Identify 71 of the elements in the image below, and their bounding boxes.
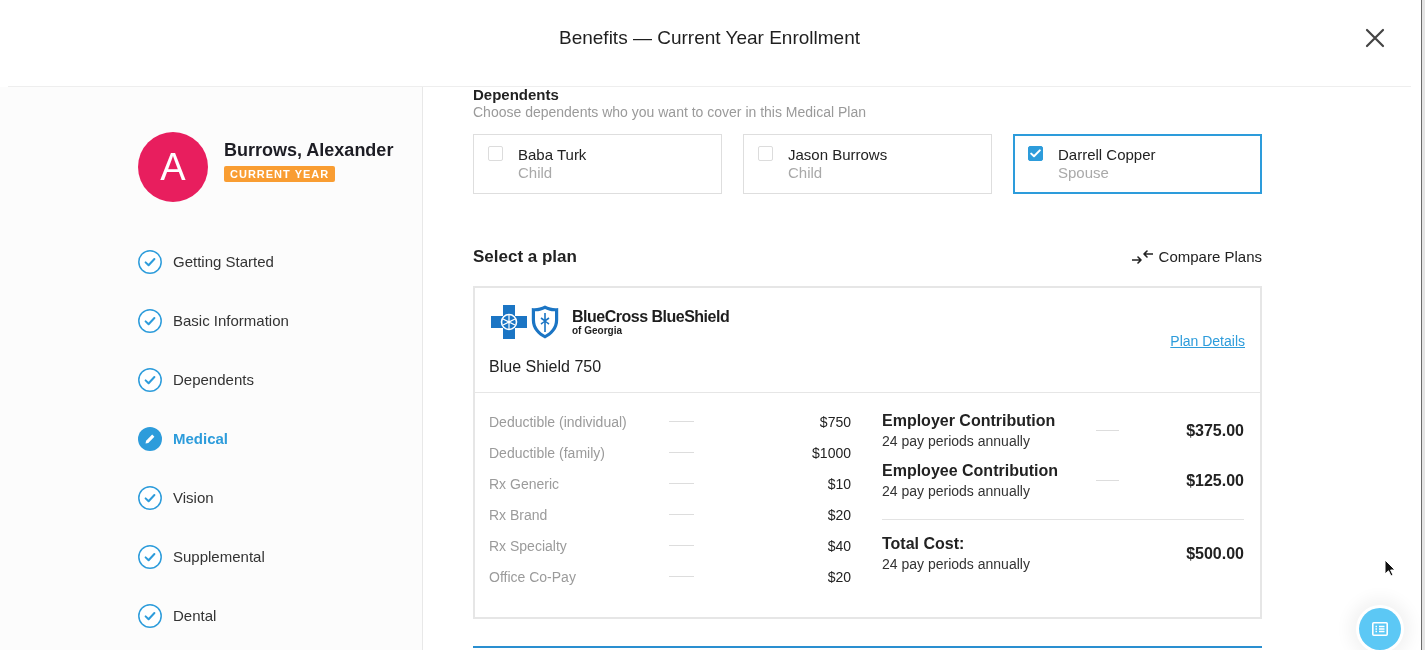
compare-arrows-icon [1131, 250, 1153, 264]
window-title: Benefits — Current Year Enrollment [559, 26, 860, 50]
carrier-name: BlueCross BlueShield [572, 307, 730, 325]
total-note: 24 pay periods annually [882, 555, 1031, 573]
dependent-card[interactable]: Baba Turk Child [473, 134, 722, 194]
section-title: Select a plan [473, 246, 577, 268]
leader-line [669, 545, 694, 546]
avatar: A [138, 132, 208, 202]
check-circle-icon [138, 544, 162, 569]
leader-line [1096, 430, 1119, 431]
benefit-value: $1000 [812, 444, 851, 461]
dependent-relation: Spouse [1058, 164, 1110, 182]
benefit-label: Rx Brand [489, 506, 549, 523]
benefit-label: Deductible (individual) [489, 413, 628, 430]
check-circle-icon [138, 485, 162, 510]
benefit-value: $750 [819, 413, 851, 430]
close-button[interactable] [1365, 28, 1385, 48]
shield-logo-icon [531, 304, 559, 339]
leader-line [669, 452, 694, 453]
dependent-name: Darrell Copper [1058, 146, 1156, 164]
step-nav-item[interactable]: Supplemental [138, 527, 265, 586]
contribution-label: Employee Contribution [882, 461, 1059, 481]
list-button[interactable] [1359, 608, 1401, 650]
total-amount: $500.00 [1186, 544, 1244, 563]
benefit-value: $20 [827, 568, 851, 585]
check-circle-icon [138, 603, 162, 628]
total-label: Total Cost: [882, 534, 966, 554]
benefit-value: $20 [827, 506, 851, 523]
benefit-label: Rx Generic [489, 475, 561, 492]
dependent-card[interactable]: Darrell Copper Spouse [1013, 134, 1262, 194]
step-nav-item[interactable]: Getting Started [138, 232, 274, 291]
leader-line [669, 483, 694, 484]
step-nav-item[interactable]: Basic Information [138, 291, 289, 350]
dependent-relation: Child [518, 164, 554, 182]
step-nav-item[interactable]: Dependents [138, 350, 254, 409]
pencil-icon [138, 426, 162, 451]
contribution-amount: $125.00 [1186, 471, 1244, 490]
dependent-card[interactable]: Jason Burrows Child [743, 134, 992, 194]
step-nav-item[interactable]: Vision [138, 468, 214, 527]
contribution-amount: $375.00 [1186, 421, 1244, 440]
compare-plans-button[interactable]: Compare Plans [1131, 247, 1262, 267]
cross-logo-icon [491, 304, 527, 339]
leader-line [669, 514, 694, 515]
check-circle-icon [138, 308, 162, 333]
benefit-label: Office Co-Pay [489, 568, 577, 585]
benefit-label: Rx Specialty [489, 537, 568, 554]
check-circle-icon [138, 249, 162, 274]
dependent-relation: Child [788, 164, 824, 182]
dependent-name: Jason Burrows [788, 146, 888, 164]
leader-line [669, 421, 694, 422]
step-nav-item[interactable]: Dental [138, 586, 217, 645]
plan-name: Blue Shield 750 [489, 357, 603, 377]
check-circle-icon [138, 367, 162, 392]
leader-line [1096, 480, 1119, 481]
year-badge: CURRENT YEAR [224, 166, 336, 182]
contribution-note: 24 pay periods annually [882, 432, 1031, 450]
contribution-note: 24 pay periods annually [882, 482, 1031, 500]
contribution-label: Employer Contribution [882, 411, 1057, 431]
employee-name: Burrows, Alexander [224, 140, 394, 160]
checkbox[interactable] [1028, 146, 1043, 161]
carrier-region: of Georgia [572, 324, 623, 336]
benefit-value: $10 [827, 475, 851, 492]
benefit-label: Deductible (family) [489, 444, 606, 461]
list-icon [1372, 622, 1388, 636]
mouse-pointer-icon [1384, 559, 1396, 577]
dependent-name: Baba Turk [518, 146, 587, 164]
section-title: Dependents [473, 87, 560, 102]
section-subtitle: Choose dependents who you want to cover in this Medical Plan [473, 103, 867, 121]
close-icon [1365, 28, 1385, 48]
leader-line [669, 576, 694, 577]
benefit-value: $40 [827, 537, 851, 554]
